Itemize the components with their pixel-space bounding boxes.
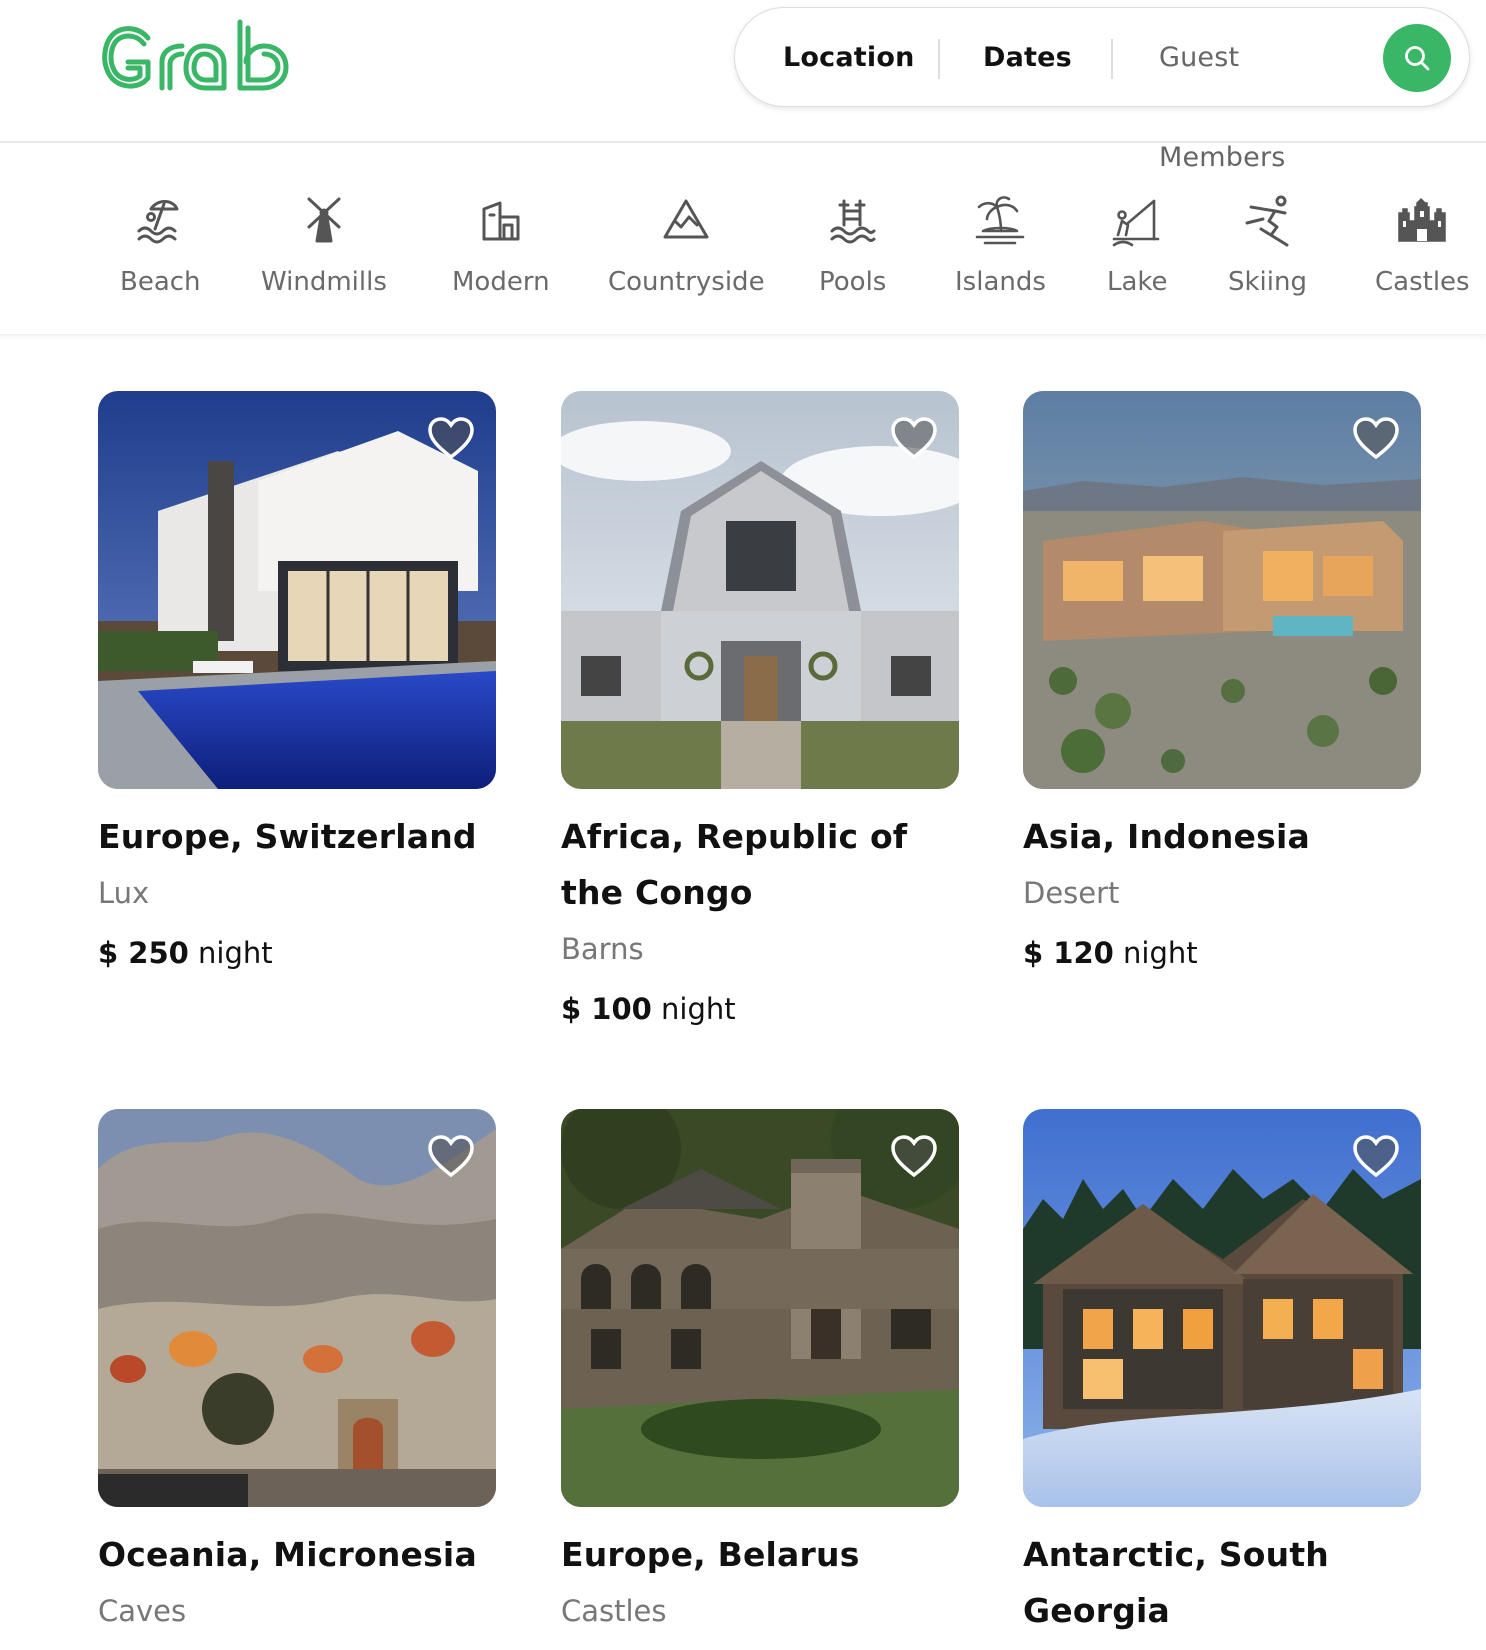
skier-icon — [1241, 193, 1295, 247]
category-label: Windmills — [261, 267, 387, 297]
category-pools[interactable]: Pools — [819, 193, 886, 297]
favorite-heart-icon[interactable] — [889, 415, 939, 461]
category-windmills[interactable]: Windmills — [261, 193, 387, 297]
listing-card[interactable]: Asia, Indonesia Desert $ 120 night — [1023, 391, 1421, 973]
modern-house-icon — [474, 193, 528, 247]
windmill-icon — [297, 193, 351, 247]
favorite-heart-icon[interactable] — [1351, 1133, 1401, 1179]
category-countryside[interactable]: Countryside — [608, 193, 765, 297]
category-skiing[interactable]: Skiing — [1228, 193, 1307, 297]
category-beach[interactable]: Beach — [120, 193, 201, 297]
category-castles[interactable]: Castles — [1375, 193, 1470, 297]
price-unit: night — [1123, 936, 1198, 970]
castle-icon — [1395, 193, 1449, 247]
listing-type: Caves — [98, 1594, 187, 1628]
listing-price: $ 100 night — [561, 989, 959, 1029]
pool-icon — [826, 193, 880, 247]
listing-title: Oceania, Micronesia — [98, 1535, 477, 1574]
listing-card[interactable]: Europe, Belarus Castles — [561, 1109, 959, 1631]
listing-card[interactable]: Antarctic, South Georgia — [1023, 1109, 1421, 1639]
price-amount: $ 120 — [1023, 936, 1114, 970]
listing-photo[interactable] — [561, 1109, 959, 1507]
listing-type: Lux — [98, 876, 150, 910]
category-label: Countryside — [608, 267, 765, 297]
category-label: Islands — [955, 267, 1046, 297]
listing-price: $ 120 night — [1023, 933, 1421, 973]
category-modern[interactable]: Modern — [452, 193, 550, 297]
listing-photo[interactable] — [98, 1109, 496, 1507]
category-label: Castles — [1375, 267, 1470, 297]
price-unit: night — [198, 936, 273, 970]
search-icon — [1405, 46, 1430, 71]
search-button[interactable] — [1383, 24, 1451, 92]
favorite-heart-icon[interactable] — [426, 415, 476, 461]
listing-photo[interactable] — [561, 391, 959, 789]
category-bar: Beach Windmills Modern Countryside Pools… — [0, 145, 1486, 335]
category-label: Beach — [120, 267, 201, 297]
listing-photo[interactable] — [98, 391, 496, 789]
category-label: Skiing — [1228, 267, 1307, 297]
favorite-heart-icon[interactable] — [426, 1133, 476, 1179]
listing-title: Antarctic, South Georgia — [1023, 1535, 1329, 1630]
listing-title: Asia, Indonesia — [1023, 817, 1310, 856]
listing-type: Barns — [561, 932, 644, 966]
price-amount: $ 100 — [561, 992, 652, 1026]
listing-card[interactable]: Africa, Republic of the Congo Barns $ 10… — [561, 391, 959, 1029]
category-label: Lake — [1107, 267, 1168, 297]
top-header: Location Dates Guest Members — [0, 0, 1486, 173]
listing-price: $ 250 night — [98, 933, 496, 973]
search-bar: Location Dates Guest Members — [734, 7, 1470, 173]
price-unit: night — [661, 992, 736, 1026]
listing-title: Europe, Switzerland — [98, 817, 477, 856]
listing-title: Africa, Republic of the Congo — [561, 817, 908, 912]
listing-type: Desert — [1023, 876, 1120, 910]
listing-title: Europe, Belarus — [561, 1535, 860, 1574]
listing-type: Castles — [561, 1594, 667, 1628]
listing-photo[interactable] — [1023, 391, 1421, 789]
listing-card[interactable]: Oceania, Micronesia Caves — [98, 1109, 496, 1631]
mountain-icon — [659, 193, 713, 247]
favorite-heart-icon[interactable] — [889, 1133, 939, 1179]
dates-button[interactable]: Dates — [983, 8, 1083, 108]
category-label: Pools — [819, 267, 887, 297]
search-divider — [938, 39, 940, 79]
grab-logo-icon — [102, 19, 289, 91]
guest-members-button[interactable]: Guest Members — [1159, 8, 1365, 173]
grab-logo[interactable] — [96, 16, 306, 100]
category-label: Modern — [452, 267, 550, 297]
search-divider — [1111, 39, 1113, 79]
favorite-heart-icon[interactable] — [1351, 415, 1401, 461]
beach-umbrella-icon — [133, 193, 187, 247]
lake-fishing-icon — [1110, 193, 1164, 247]
listing-card[interactable]: Europe, Switzerland Lux $ 250 night — [98, 391, 496, 973]
category-lake[interactable]: Lake — [1107, 193, 1168, 297]
price-amount: $ 250 — [98, 936, 189, 970]
location-button[interactable]: Location — [783, 8, 915, 108]
palm-island-icon — [973, 193, 1027, 247]
listing-photo[interactable] — [1023, 1109, 1421, 1507]
category-islands[interactable]: Islands — [955, 193, 1046, 297]
